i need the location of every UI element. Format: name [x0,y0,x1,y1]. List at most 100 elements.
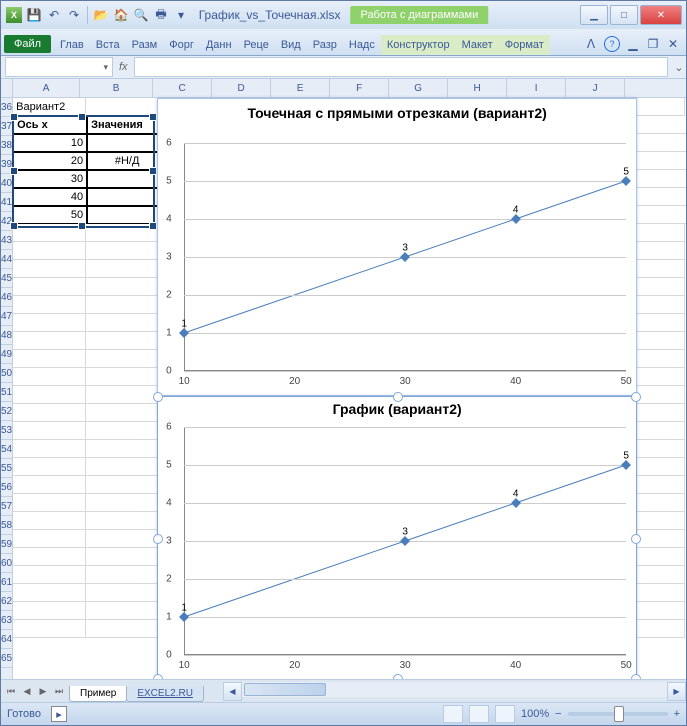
cell[interactable] [86,404,165,422]
name-box[interactable]: ▾ [5,57,113,77]
cell[interactable]: 1 [87,134,167,152]
tab-formulas[interactable]: Форг [163,35,200,55]
cell[interactable] [13,404,86,422]
cell[interactable]: Значения [87,116,167,134]
cell[interactable] [86,602,165,620]
cell[interactable]: 3 [87,170,167,188]
scroll-right-button[interactable]: ▶ [667,682,686,701]
cell[interactable]: Ось х [13,116,87,134]
cell[interactable]: 40 [13,188,87,206]
data-label[interactable]: 1 [181,603,187,614]
tab-pagelayout[interactable]: Разм [126,35,164,55]
tab-data[interactable]: Данн [200,35,238,55]
open-icon[interactable]: 📂 [92,6,110,24]
undo-icon[interactable]: ↶ [45,6,63,24]
row-header[interactable]: 59 [1,535,12,554]
cell[interactable] [86,224,165,242]
sheet-nav-last[interactable]: ⏭ [51,683,67,699]
plot-area[interactable]: 012345610203040501345 [184,427,626,655]
cell[interactable] [86,314,165,332]
row-header[interactable]: 45 [1,269,12,288]
sheet-nav-first[interactable]: ⏮ [3,683,19,699]
scroll-thumb[interactable] [244,683,326,696]
row-header[interactable]: 63 [1,611,12,630]
row-header[interactable]: 52 [1,402,12,421]
cell[interactable] [13,440,86,458]
cell[interactable] [86,620,165,638]
cell[interactable] [86,512,165,530]
col-header[interactable]: J [566,79,625,97]
plot-area[interactable]: 012345610203040501345 [184,143,626,371]
zoom-in-button[interactable]: + [674,708,680,720]
worksheet-grid[interactable]: 3637383940414243444546474849505152535455… [1,79,686,679]
tab-chart-design[interactable]: Конструктор [381,35,456,55]
cell[interactable] [13,620,86,638]
redo-icon[interactable]: ↷ [65,6,83,24]
close-button[interactable]: ✕ [640,5,682,25]
row-header[interactable]: 49 [1,345,12,364]
tab-insert[interactable]: Вста [90,35,126,55]
cell[interactable]: #Н/Д [87,152,167,170]
row-header[interactable]: 36 [1,98,12,117]
zoom-out-button[interactable]: − [555,708,561,720]
row-header[interactable]: 44 [1,250,12,269]
col-header[interactable]: I [507,79,566,97]
cell[interactable] [13,512,86,530]
cell[interactable] [13,602,86,620]
col-header[interactable]: D [212,79,271,97]
col-header[interactable]: C [153,79,212,97]
cell[interactable] [13,566,86,584]
row-header[interactable]: 65 [1,649,12,668]
zoom-slider[interactable] [568,712,668,716]
tab-chart-layout[interactable]: Макет [456,35,499,55]
row-header[interactable]: 42 [1,212,12,231]
row-header[interactable]: 56 [1,478,12,497]
cell[interactable] [86,260,165,278]
row-header[interactable]: 40 [1,174,12,193]
data-label[interactable]: 4 [513,489,519,500]
tab-developer[interactable]: Разр [307,35,343,55]
collapse-ribbon-icon[interactable]: ᐱ [584,37,598,51]
cell-area[interactable]: Вариант2 Ось хЗначения10120#Н/Д303404505… [13,98,686,638]
row-header[interactable]: 37 [1,117,12,136]
row-header[interactable]: 55 [1,459,12,478]
cell[interactable] [86,278,165,296]
cell[interactable] [13,458,86,476]
cell[interactable]: 20 [13,152,87,170]
cell[interactable] [13,350,86,368]
row-header[interactable]: 58 [1,516,12,535]
tab-review[interactable]: Реце [238,35,275,55]
col-header[interactable]: F [330,79,389,97]
row-header[interactable]: 62 [1,592,12,611]
view-normal-button[interactable] [443,705,463,723]
cell[interactable] [13,548,86,566]
cell[interactable] [13,476,86,494]
cell[interactable] [13,386,86,404]
cell[interactable]: 50 [13,206,87,224]
tab-home[interactable]: Глав [54,35,90,55]
cell[interactable] [13,530,86,548]
cell[interactable]: 4 [87,188,167,206]
cell[interactable] [86,458,165,476]
col-header[interactable]: B [80,79,153,97]
row-header[interactable]: 53 [1,421,12,440]
tab-file[interactable]: Файл [4,35,51,53]
cell[interactable] [13,332,86,350]
cell[interactable] [86,242,165,260]
tab-chart-format[interactable]: Формат [499,35,550,55]
preview-icon[interactable]: 🔍 [132,6,150,24]
help-icon[interactable]: ? [604,36,620,52]
save-icon[interactable]: 💾 [25,6,43,24]
maximize-button[interactable]: □ [610,5,638,25]
cell[interactable] [86,98,165,116]
col-header[interactable]: A [13,79,80,97]
cell[interactable] [13,494,86,512]
qat-dropdown-icon[interactable]: ▾ [172,6,190,24]
select-all-corner[interactable] [1,79,12,98]
row-header[interactable]: 48 [1,326,12,345]
app-icon[interactable]: X [5,6,23,24]
row-header[interactable]: 38 [1,136,12,155]
sheet-nav-prev[interactable]: ◀ [19,683,35,699]
cell[interactable] [86,296,165,314]
data-label[interactable]: 5 [623,167,629,178]
